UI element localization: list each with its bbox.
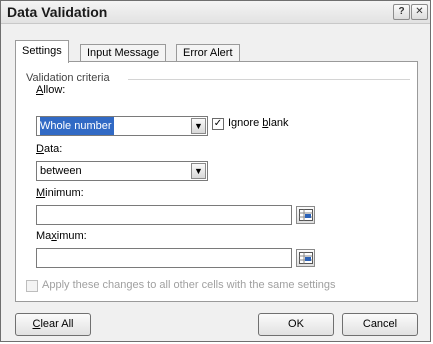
dialog-title: Data Validation (7, 4, 108, 20)
settings-panel: Validation criteria Allow: Whole number … (15, 61, 418, 302)
apply-all-label: Apply these changes to all other cells w… (42, 279, 336, 291)
data-dropdown[interactable]: between ▼ (36, 161, 208, 181)
apply-all-checkbox[interactable] (26, 280, 38, 292)
allow-value: Whole number (40, 117, 114, 135)
maximum-input[interactable] (36, 248, 292, 268)
ignore-blank-label: Ignore blank (228, 117, 289, 129)
tab-error-alert[interactable]: Error Alert (176, 44, 240, 62)
help-button[interactable]: ? (393, 4, 410, 20)
minimum-input[interactable] (36, 205, 292, 225)
validation-criteria-label: Validation criteria (26, 72, 110, 84)
ignore-blank-checkbox[interactable]: ✓ (212, 118, 224, 130)
ok-button[interactable]: OK (258, 313, 334, 336)
tab-input-message[interactable]: Input Message (80, 44, 167, 62)
group-divider (128, 79, 410, 80)
data-label: Data: (36, 143, 63, 155)
minimum-label: Minimum: (36, 187, 84, 199)
cancel-button[interactable]: Cancel (342, 313, 418, 336)
allow-dropdown[interactable]: Whole number ▼ (36, 116, 208, 136)
maximum-range-selector-icon[interactable] (296, 249, 315, 267)
close-button[interactable]: ✕ (411, 4, 428, 20)
clear-all-button[interactable]: Clear All (15, 313, 91, 336)
chevron-down-icon[interactable]: ▼ (191, 163, 206, 179)
data-value: between (40, 165, 82, 177)
maximum-label: Maximum: (36, 230, 87, 242)
minimum-range-selector-icon[interactable] (296, 206, 315, 224)
data-validation-dialog: Data Validation ? ✕ Settings Input Messa… (0, 0, 431, 342)
title-bar: Data Validation ? ✕ (1, 1, 430, 24)
allow-label: Allow: (36, 84, 66, 96)
tab-settings[interactable]: Settings (15, 40, 69, 63)
chevron-down-icon[interactable]: ▼ (191, 118, 206, 134)
